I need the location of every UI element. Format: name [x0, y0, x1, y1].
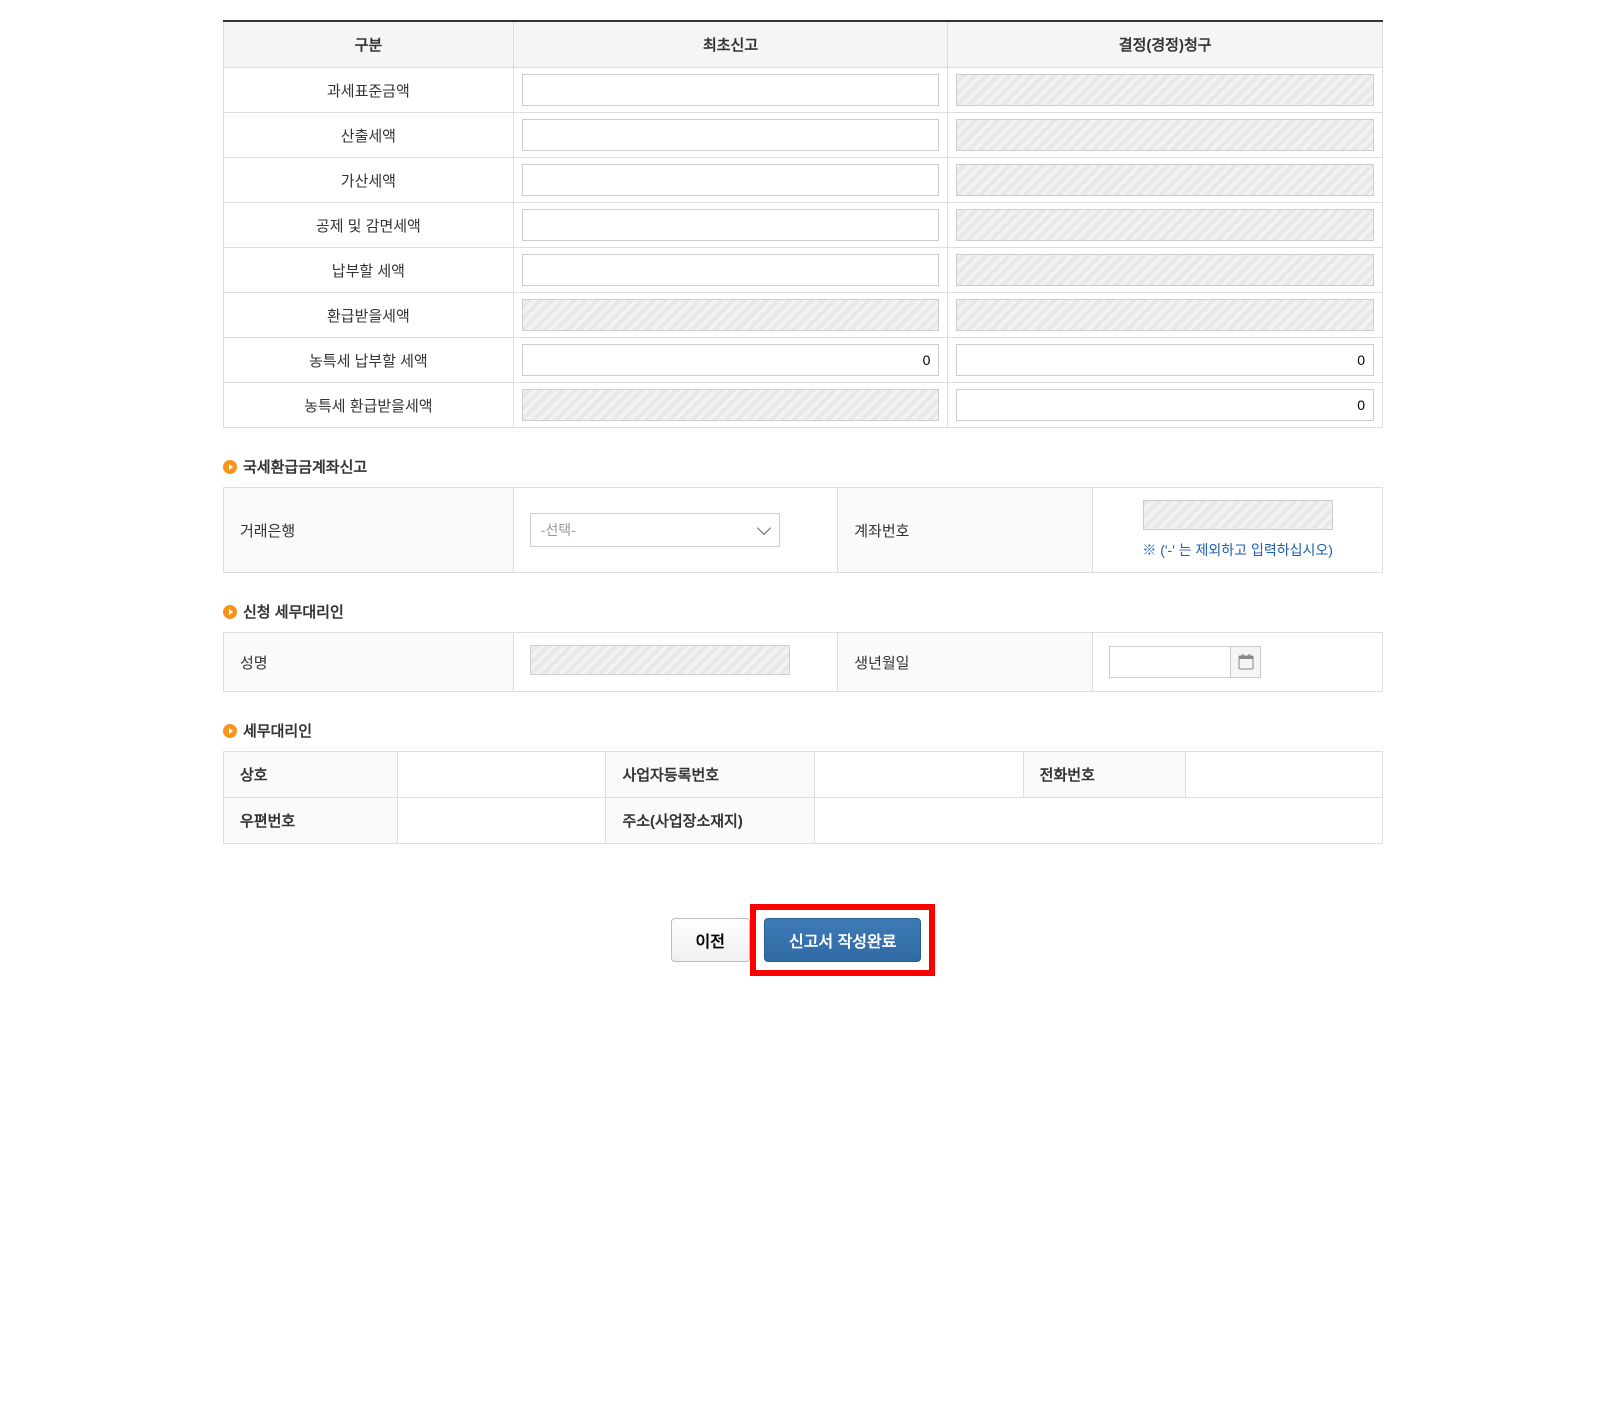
- rural-tax-due-revised-input[interactable]: [956, 344, 1374, 376]
- complete-highlight: 신고서 작성완료: [750, 904, 936, 976]
- table-row: 산출세액: [224, 113, 1383, 158]
- additional-tax-initial-input[interactable]: [522, 164, 940, 196]
- bank-select[interactable]: -선택-: [530, 513, 780, 547]
- table-row: 가산세액: [224, 158, 1383, 203]
- row-label: 농특세 납부할 세액: [224, 338, 514, 383]
- zip-label: 우편번호: [224, 798, 398, 844]
- account-note: ※ ('-' 는 제외하고 입력하십시오): [1109, 540, 1366, 560]
- row-label: 납부할 세액: [224, 248, 514, 293]
- row-label: 농특세 환급받을세액: [224, 383, 514, 428]
- additional-tax-revised-input[interactable]: [956, 164, 1374, 196]
- rural-refund-initial-input[interactable]: [522, 389, 940, 421]
- row-label: 환급받을세액: [224, 293, 514, 338]
- table-row: 농특세 환급받을세액: [224, 383, 1383, 428]
- refund-revised-input[interactable]: [956, 299, 1374, 331]
- section-heading-applicant-agent: 신청 세무대리인: [223, 601, 1383, 622]
- row-label: 공제 및 감면세액: [224, 203, 514, 248]
- row-label: 가산세액: [224, 158, 514, 203]
- dob-label: 생년월일: [838, 633, 1093, 692]
- previous-button[interactable]: 이전: [671, 918, 750, 962]
- calendar-icon: [1238, 654, 1254, 670]
- header-revised: 결정(경정)청구: [948, 21, 1383, 68]
- company-label: 상호: [224, 752, 398, 798]
- calendar-button[interactable]: [1230, 647, 1260, 677]
- account-label: 계좌번호: [838, 488, 1093, 573]
- tax-due-initial-input[interactable]: [522, 254, 940, 286]
- zip-value: [397, 798, 606, 844]
- dob-text-field[interactable]: [1110, 647, 1230, 677]
- table-row: 농특세 납부할 세액: [224, 338, 1383, 383]
- rural-refund-revised-input[interactable]: [956, 389, 1374, 421]
- bullet-icon: [223, 724, 237, 738]
- rural-tax-due-initial-input[interactable]: [522, 344, 940, 376]
- account-number-input[interactable]: [1143, 500, 1333, 530]
- calculated-tax-initial-input[interactable]: [522, 119, 940, 151]
- row-label: 과세표준금액: [224, 68, 514, 113]
- table-row: 환급받을세액: [224, 293, 1383, 338]
- name-label: 성명: [224, 633, 514, 692]
- button-row: 이전 신고서 작성완료: [223, 904, 1383, 976]
- row-label: 산출세액: [224, 113, 514, 158]
- dob-date-input[interactable]: [1109, 646, 1261, 678]
- refund-account-table: 거래은행 -선택- 계좌번호 ※ ('-' 는 제외하고 입력하십시오): [223, 487, 1383, 573]
- bank-label: 거래은행: [224, 488, 514, 573]
- tax-agent-info-table: 상호 사업자등록번호 전화번호 우편번호 주소(사업장소재지): [223, 751, 1383, 844]
- section-title: 세무대리인: [243, 720, 312, 741]
- regno-value: [815, 752, 1024, 798]
- tax-base-revised-input[interactable]: [956, 74, 1374, 106]
- refund-initial-input[interactable]: [522, 299, 940, 331]
- phone-value: [1185, 752, 1382, 798]
- bank-select-placeholder: -선택-: [541, 520, 576, 540]
- tax-due-revised-input[interactable]: [956, 254, 1374, 286]
- section-heading-tax-agent: 세무대리인: [223, 720, 1383, 741]
- tax-base-initial-input[interactable]: [522, 74, 940, 106]
- table-row: 공제 및 감면세액: [224, 203, 1383, 248]
- deduction-initial-input[interactable]: [522, 209, 940, 241]
- address-value: [815, 798, 1383, 844]
- header-category: 구분: [224, 21, 514, 68]
- bullet-icon: [223, 605, 237, 619]
- section-title: 신청 세무대리인: [243, 601, 344, 622]
- address-label: 주소(사업장소재지): [606, 798, 815, 844]
- section-title: 국세환급금계좌신고: [243, 456, 367, 477]
- header-initial: 최초신고: [513, 21, 948, 68]
- table-row: 과세표준금액: [224, 68, 1383, 113]
- applicant-agent-table: 성명 생년월일: [223, 632, 1383, 692]
- complete-report-button[interactable]: 신고서 작성완료: [764, 918, 922, 962]
- chevron-down-icon: [757, 521, 771, 535]
- tax-comparison-table: 구분 최초신고 결정(경정)청구 과세표준금액 산출세액 가산세액 공제 및 감…: [223, 20, 1383, 428]
- agent-name-input[interactable]: [530, 645, 790, 675]
- table-row: 납부할 세액: [224, 248, 1383, 293]
- bullet-icon: [223, 460, 237, 474]
- deduction-revised-input[interactable]: [956, 209, 1374, 241]
- company-value: [397, 752, 606, 798]
- phone-label: 전화번호: [1023, 752, 1185, 798]
- calculated-tax-revised-input[interactable]: [956, 119, 1374, 151]
- section-heading-refund-account: 국세환급금계좌신고: [223, 456, 1383, 477]
- regno-label: 사업자등록번호: [606, 752, 815, 798]
